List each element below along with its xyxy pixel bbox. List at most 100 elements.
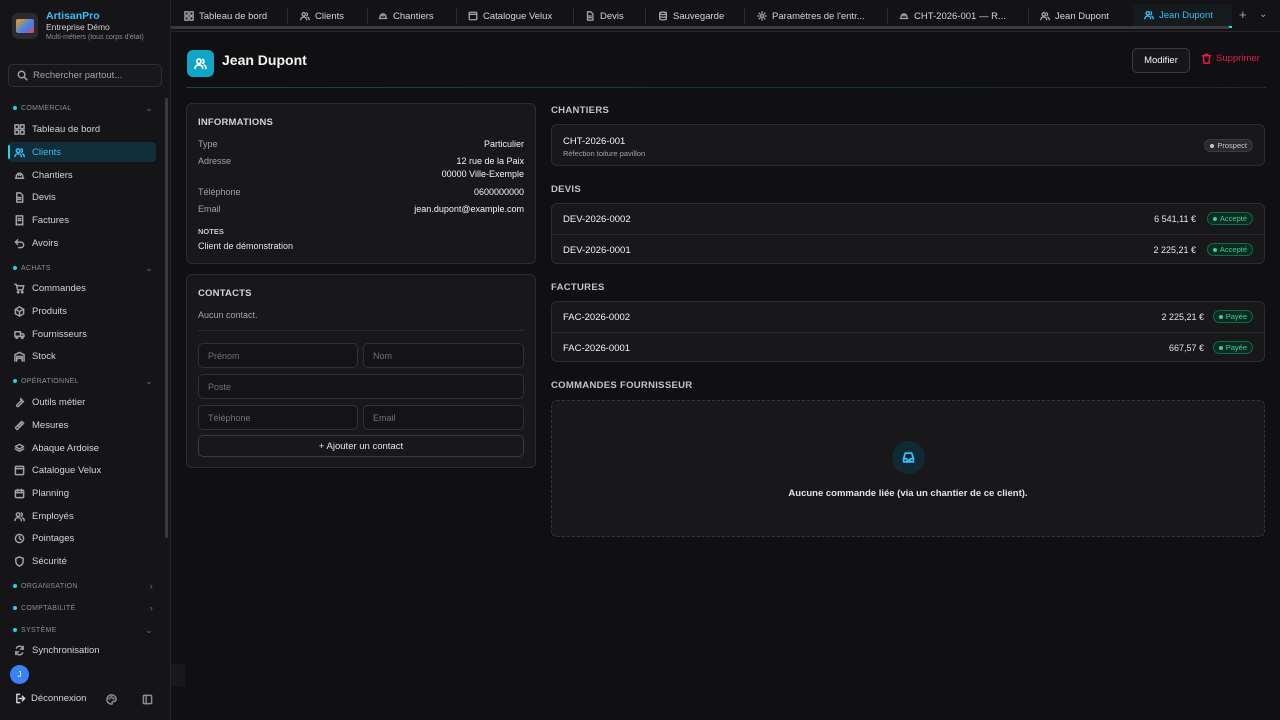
sidebar-item-factures[interactable]: Factures (8, 210, 156, 230)
tab-tableau-de-bord[interactable]: Tableau de bord (173, 4, 283, 28)
sidebar-item-produits[interactable]: Produits (8, 301, 156, 321)
sidebar-scrollbar[interactable] (165, 98, 168, 538)
window-icon (468, 11, 478, 21)
users-icon (14, 147, 25, 157)
address-line2: 00000 Ville-Exemple (441, 169, 524, 179)
sidebar-item-commandes[interactable]: Commandes (8, 278, 156, 298)
status-label: Payée (1225, 343, 1247, 352)
tab-list-button[interactable]: ⌄ (1259, 9, 1267, 20)
firstname-field[interactable]: Prénom (198, 343, 358, 368)
collapse-sidebar-button[interactable] (142, 694, 153, 705)
warehouse-icon (14, 351, 25, 362)
theme-toggle[interactable] (106, 694, 117, 705)
list-item[interactable]: CHT-2026-001 Réfection toiture pavillon … (552, 125, 1264, 165)
new-tab-button[interactable]: + (1239, 8, 1247, 22)
table-row[interactable]: DEV-2026-0001 2 225,21 € Accepté (552, 234, 1264, 264)
table-row[interactable]: FAC-2026-0002 2 225,21 € Payée (552, 302, 1264, 332)
logout-button[interactable]: Déconnexion (15, 693, 86, 704)
page-title: Jean Dupont (222, 52, 307, 68)
tab-chantier-cht-2026-001[interactable]: CHT-2026-001 — R... (888, 4, 1028, 28)
client-icon (187, 50, 214, 77)
sidebar-item-catalogue-velux[interactable]: Catalogue Velux (8, 460, 156, 480)
sidebar-item-clients[interactable]: Clients (8, 142, 156, 162)
undo-icon (14, 238, 25, 248)
sidebar-item-chantiers[interactable]: Chantiers (8, 165, 156, 185)
tab-devis[interactable]: Devis (574, 4, 644, 28)
section-systeme[interactable]: SYSTÈME ⌄ (13, 624, 153, 636)
sidebar-item-planning[interactable]: Planning (8, 483, 156, 503)
file-icon (586, 11, 594, 21)
tab-clients[interactable]: Clients (289, 4, 369, 28)
devis-amount: 2 225,21 € (1153, 245, 1196, 255)
sidebar-item-label: Chantiers (32, 169, 73, 181)
brand[interactable]: ArtisanPro Entreprise Démo Multi-métiers… (12, 10, 144, 43)
wrench-icon (16, 397, 25, 407)
tab-label: Sauvegarde (673, 10, 725, 22)
sync-icon (15, 645, 24, 655)
position-field[interactable]: Poste (198, 374, 524, 399)
table-row[interactable]: FAC-2026-0001 667,57 € Payée (552, 332, 1264, 362)
section-operationnel[interactable]: OPÉRATIONNEL ⌄ (13, 375, 153, 387)
edit-button[interactable]: Modifier (1132, 48, 1190, 73)
add-contact-button[interactable]: + Ajouter un contact (198, 435, 524, 457)
sidebar-item-fournisseurs[interactable]: Fournisseurs (8, 324, 156, 344)
tab-sauvegarde[interactable]: Sauvegarde (647, 4, 742, 28)
facture-amount: 2 225,21 € (1161, 312, 1204, 322)
contacts-empty: Aucun contact. (198, 310, 258, 320)
tab-label: Chantiers (393, 10, 434, 22)
clock-icon (14, 533, 25, 543)
sidebar-item-pointages[interactable]: Pointages (8, 528, 156, 548)
delete-button[interactable]: Supprimer (1201, 53, 1260, 64)
section-organisation[interactable]: ORGANISATION › (13, 580, 153, 592)
empty-message: Aucune commande liée (via un chantier de… (788, 488, 1028, 499)
delete-label: Supprimer (1216, 53, 1260, 64)
lastname-field[interactable]: Nom (363, 343, 524, 368)
tab-chantiers[interactable]: Chantiers (367, 4, 457, 28)
facture-ref: FAC-2026-0001 (563, 343, 631, 354)
tab-scrollbar[interactable] (171, 26, 1229, 29)
sidebar-item-mesures[interactable]: Mesures (8, 415, 156, 435)
status-label: Accepté (1219, 245, 1247, 254)
section-comptabilite[interactable]: COMPTABILITÉ › (13, 602, 153, 614)
logout-label: Déconnexion (31, 693, 87, 704)
status-badge: Payée (1212, 341, 1253, 354)
section-commercial[interactable]: COMMERCIAL ⌄ (13, 102, 153, 114)
file-icon (16, 191, 24, 203)
chantier-desc: Réfection toiture pavillon (563, 149, 646, 158)
search-input[interactable]: Rechercher partout... (8, 64, 162, 87)
sidebar-item-securite[interactable]: Sécurité (8, 551, 156, 571)
layers-icon (14, 443, 25, 452)
type-value: Particulier (483, 139, 524, 149)
sidebar-item-devis[interactable]: Devis (8, 187, 156, 207)
tab-catalogue-velux[interactable]: Catalogue Velux (457, 4, 572, 28)
tab-label: CHT-2026-001 — R... (914, 10, 1006, 22)
email-field[interactable]: Email (363, 405, 524, 430)
phone-field[interactable]: Téléphone (198, 405, 358, 430)
notes-value: Client de démonstration (198, 241, 294, 251)
sidebar-item-label: Stock (32, 350, 56, 362)
chevron-right-icon: › (149, 581, 153, 591)
status-label: Prospect (1217, 141, 1247, 150)
tab-jean-dupont[interactable]: Jean Dupont (1029, 4, 1129, 28)
sidebar-item-outils-metier[interactable]: Outils métier (8, 392, 156, 412)
section-achats[interactable]: ACHATS ⌄ (13, 262, 153, 274)
sidebar-item-synchronisation[interactable]: Synchronisation (8, 640, 156, 660)
avatar[interactable]: J (10, 665, 29, 684)
sidebar-item-label: Clients (32, 146, 62, 158)
status-label: Payée (1225, 312, 1247, 321)
sidebar-item-tableau-de-bord[interactable]: Tableau de bord (8, 119, 156, 139)
sidebar-item-stock[interactable]: Stock (8, 346, 156, 366)
sidebar-item-employes[interactable]: Employés (8, 506, 156, 526)
sidebar-item-avoirs[interactable]: Avoirs (8, 233, 156, 253)
table-row[interactable]: DEV-2026-0002 6 541,11 € Accepté (552, 204, 1264, 234)
section-label: COMMERCIAL (21, 104, 72, 112)
box-icon (14, 305, 25, 317)
sidebar-item-abaque-ardoise[interactable]: Abaque Ardoise (8, 438, 156, 458)
tab-label: Clients (315, 10, 345, 22)
contacts-card: CONTACTS Aucun contact. Prénom Nom Poste… (186, 274, 536, 468)
sidebar-item-label: Synchronisation (32, 644, 100, 656)
tab-jean-dupont-active[interactable]: Jean Dupont (1133, 4, 1232, 28)
phone-label: Téléphone (198, 187, 241, 197)
tab-parametres[interactable]: Paramètres de l'entr... (746, 4, 886, 28)
section-label: COMPTABILITÉ (21, 604, 76, 612)
